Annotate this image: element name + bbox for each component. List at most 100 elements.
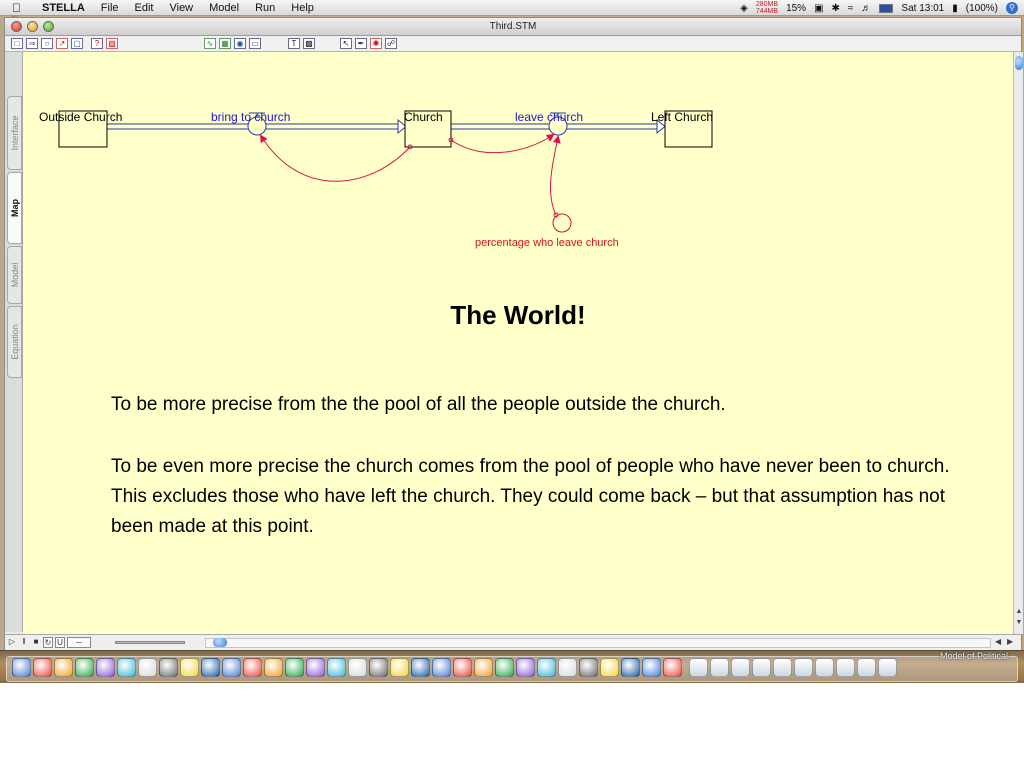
dock-app-icon[interactable] [390, 658, 409, 677]
apple-menu-icon[interactable]:  [12, 1, 26, 15]
label-outside-church[interactable]: Outside Church [39, 110, 122, 124]
update-u-icon[interactable]: U [55, 637, 65, 648]
dock-app-icon[interactable] [180, 658, 199, 677]
dock-app-icon[interactable] [689, 658, 708, 677]
dock-app-icon[interactable] [621, 658, 640, 677]
help-tool-icon[interactable]: ? [91, 38, 103, 49]
dock-app-icon[interactable] [369, 658, 388, 677]
dock-app-icon[interactable] [75, 658, 94, 677]
table-tool-icon[interactable]: ▦ [219, 38, 231, 49]
button-tool-icon[interactable]: ▭ [249, 38, 261, 49]
dock-app-icon[interactable] [857, 658, 876, 677]
label-bring-to-church[interactable]: bring to church [211, 110, 290, 124]
connector-church-to-leave[interactable] [450, 133, 555, 154]
text-tool-icon[interactable]: T [288, 38, 300, 49]
module-tool-icon[interactable]: ◉ [234, 38, 246, 49]
horizontal-scroll-thumb[interactable] [213, 638, 227, 647]
tab-map[interactable]: Map [7, 172, 22, 244]
dock-app-icon[interactable] [516, 658, 535, 677]
label-church[interactable]: Church [404, 110, 443, 124]
scroll-right-arrow-icon[interactable]: ▶ [1007, 637, 1013, 646]
window-titlebar[interactable]: Third.STM [5, 18, 1021, 36]
dock-app-icon[interactable] [285, 658, 304, 677]
dynamite-tool-icon[interactable]: ✱ [370, 38, 382, 49]
scroll-up-arrow-icon[interactable]: ▲ [1014, 608, 1024, 615]
dock-app-icon[interactable] [264, 658, 283, 677]
pause-icon[interactable]: ‖ [19, 637, 29, 648]
ghost-hand-tool-icon[interactable]: ☍ [385, 38, 397, 49]
dock-app-icon[interactable] [453, 658, 472, 677]
dock-app-icon[interactable] [600, 658, 619, 677]
dock-app-icon[interactable] [222, 658, 241, 677]
menu-view[interactable]: View [161, 0, 201, 16]
dock-app-icon[interactable] [327, 658, 346, 677]
scroll-left-arrow-icon[interactable]: ◀ [995, 637, 1001, 646]
menu-run[interactable]: Run [247, 0, 283, 16]
dock-app-icon[interactable] [495, 658, 514, 677]
menu-model[interactable]: Model [201, 0, 247, 16]
dock-app-icon[interactable] [348, 658, 367, 677]
dock-app-icon[interactable] [752, 658, 771, 677]
dock-app-icon[interactable] [96, 658, 115, 677]
dock-app-icon[interactable] [306, 658, 325, 677]
dock-app-icon[interactable] [878, 658, 897, 677]
pointer-tool-icon[interactable]: ↖ [340, 38, 352, 49]
spotlight-icon[interactable]: ⚲ [1006, 2, 1018, 14]
graph-tool-icon[interactable]: ∿ [204, 38, 216, 49]
dock-app-icon[interactable] [432, 658, 451, 677]
dock-app-icon[interactable] [12, 658, 31, 677]
battery-percent[interactable]: (100%) [966, 3, 998, 14]
zoom-button[interactable] [43, 21, 54, 32]
dock-app-icon[interactable] [243, 658, 262, 677]
zoom-slider[interactable] [115, 641, 185, 644]
horizontal-scroll-track[interactable] [205, 638, 991, 648]
stock-tool-icon[interactable]: □ [11, 38, 23, 49]
menu-app[interactable]: STELLA [34, 0, 93, 16]
dock-app-icon[interactable] [773, 658, 792, 677]
dock-app-icon[interactable] [159, 658, 178, 677]
dock-app-icon[interactable] [558, 658, 577, 677]
decision-tool-icon[interactable]: ▢ [71, 38, 83, 49]
speed-slider-icon[interactable]: ─ [67, 637, 91, 648]
tab-equation[interactable]: Equation [7, 306, 22, 378]
dock-app-icon[interactable] [411, 658, 430, 677]
dock-app-icon[interactable] [794, 658, 813, 677]
dock-app-icon[interactable] [731, 658, 750, 677]
play-icon[interactable]: ▷ [7, 637, 17, 648]
scroll-down-arrow-icon[interactable]: ▼ [1014, 619, 1024, 626]
dock-app-icon[interactable] [579, 658, 598, 677]
label-percentage-who-leave[interactable]: percentage who leave church [475, 237, 619, 249]
picture-tool-icon[interactable]: ▩ [303, 38, 315, 49]
stop-icon[interactable]: ■ [31, 637, 41, 648]
dock-app-icon[interactable] [663, 658, 682, 677]
dock-app-icon[interactable] [474, 658, 493, 677]
converter-tool-icon[interactable]: ○ [41, 38, 53, 49]
connector-percentage-to-leave[interactable] [550, 135, 561, 216]
connector-tool-icon[interactable]: ↗ [56, 38, 68, 49]
refresh-icon[interactable]: ↻ [43, 637, 53, 648]
vertical-scrollbar[interactable]: ▲ ▼ [1013, 52, 1023, 634]
label-leave-church[interactable]: leave church [515, 110, 583, 124]
input-flag-icon[interactable] [879, 3, 894, 13]
dock-app-icon[interactable] [54, 658, 73, 677]
dock-app-icon[interactable] [710, 658, 729, 677]
menu-file[interactable]: File [93, 0, 127, 16]
wifi-icon[interactable]: ≈ [848, 3, 854, 14]
binoculars-icon[interactable]: ◈ [740, 3, 748, 14]
dock-app-icon[interactable] [836, 658, 855, 677]
dock-app-icon[interactable] [815, 658, 834, 677]
menu-clock[interactable]: Sat 13:01 [901, 3, 944, 14]
dock-app-icon[interactable] [201, 658, 220, 677]
vertical-scroll-thumb[interactable] [1015, 56, 1023, 70]
dock-app-icon[interactable] [117, 658, 136, 677]
minimize-button[interactable] [27, 21, 38, 32]
dock-app-icon[interactable] [138, 658, 157, 677]
dock-app-icon[interactable] [537, 658, 556, 677]
bluetooth-icon[interactable]: ✱ [832, 3, 840, 14]
connector-church-to-bring[interactable] [259, 134, 411, 182]
dock-app-icon[interactable] [33, 658, 52, 677]
ghost-tool-icon[interactable]: ▨ [106, 38, 118, 49]
dock-app-icon[interactable] [642, 658, 661, 677]
tab-model[interactable]: Model [7, 246, 22, 304]
label-left-church[interactable]: Left Church [651, 110, 713, 124]
